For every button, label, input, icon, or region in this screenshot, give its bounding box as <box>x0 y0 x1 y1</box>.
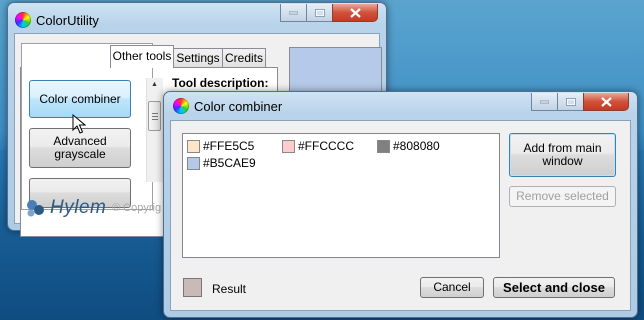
close-icon <box>600 96 612 107</box>
combiner-title-bar[interactable]: Color combiner <box>164 92 637 122</box>
minimize-icon <box>289 11 298 14</box>
combiner-window-title: Color combiner <box>194 99 283 114</box>
minimize-button[interactable] <box>280 4 307 22</box>
minimize-icon <box>540 100 549 103</box>
color-wheel-icon <box>15 12 31 28</box>
window-title: ColorUtility <box>36 13 99 28</box>
combiner-maximize-button[interactable] <box>557 93 584 111</box>
title-bar[interactable]: ColorUtility <box>8 3 386 33</box>
maximize-button[interactable] <box>306 4 333 22</box>
maximize-icon <box>314 8 325 17</box>
color-wheel-icon <box>173 98 189 114</box>
combiner-minimize-button[interactable] <box>531 93 558 111</box>
combiner-client-area <box>170 120 631 311</box>
color-combiner-window: Color combiner <box>163 91 638 318</box>
combiner-close-button[interactable] <box>583 93 629 111</box>
close-icon <box>349 7 361 18</box>
close-button[interactable] <box>332 4 378 22</box>
maximize-icon <box>565 97 576 106</box>
